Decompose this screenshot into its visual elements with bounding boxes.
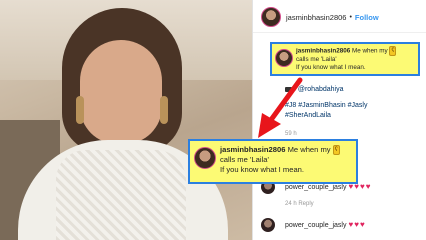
caption-line1: Me when my [287, 145, 331, 154]
separator-dot: • [349, 13, 352, 21]
credit-mention[interactable]: : @rohabdahiya [294, 86, 344, 93]
caption-line2: calls me 'Laila' [296, 56, 337, 63]
header-divider [253, 32, 426, 33]
caption-username[interactable]: jasminbhasin2806 [296, 48, 350, 55]
hashtags-line1[interactable]: #J8 #JasminBhasin #Jasly [285, 102, 368, 109]
post-username[interactable]: jasminbhasin2806 [286, 13, 346, 22]
bear-emoji-icon: ʕ [389, 46, 397, 56]
earring-left [76, 96, 84, 124]
earring-right [160, 96, 168, 124]
hashtags-line2[interactable]: #SherAndLaila [285, 112, 331, 119]
post-time: 59 h [285, 131, 297, 137]
caption-text: jasminbhasin2806 Me when my ʕ calls me '… [296, 46, 420, 72]
caption-text: jasminbhasin2806 Me when my ʕ calls me '… [220, 145, 358, 175]
caption-line2: calls me 'Laila' [220, 155, 269, 164]
caption-callout-zoomed: jasminbhasin2806 Me when my ʕ calls me '… [188, 139, 358, 184]
post-photo [0, 0, 252, 240]
caption-username[interactable]: jasminbhasin2806 [220, 145, 285, 154]
camera-icon [285, 86, 292, 92]
avatar[interactable] [261, 7, 281, 27]
photo-credit: : @rohabdahiya [285, 86, 343, 93]
post-header: jasminbhasin2806 • Follow [261, 5, 379, 29]
bear-emoji-icon: ʕ [332, 145, 340, 155]
caption-line3: If you know what I mean. [296, 64, 366, 72]
follow-button[interactable]: Follow [355, 13, 379, 22]
caption-avatar [275, 49, 293, 67]
heart-icons: ♥♥♥ [348, 220, 366, 229]
caption-line3: If you know what I mean. [220, 164, 304, 174]
comment-username[interactable]: power_couple_jasly [285, 184, 346, 191]
comment-avatar[interactable] [261, 218, 275, 232]
caption-line1: Me when my [352, 47, 388, 55]
caption-callout-small: jasminbhasin2806 Me when my ʕ calls me '… [270, 42, 420, 76]
post-panel: jasminbhasin2806 • Follow jasminbhasin28… [252, 0, 426, 240]
comment-row: power_couple_jasly ♥♥♥ [285, 220, 366, 229]
comment-username[interactable]: power_couple_jasly [285, 222, 346, 229]
comment-meta[interactable]: 24 h Reply [285, 201, 314, 207]
caption-avatar [194, 147, 216, 169]
photo-face [80, 40, 162, 144]
photo-embroidery [56, 150, 186, 240]
